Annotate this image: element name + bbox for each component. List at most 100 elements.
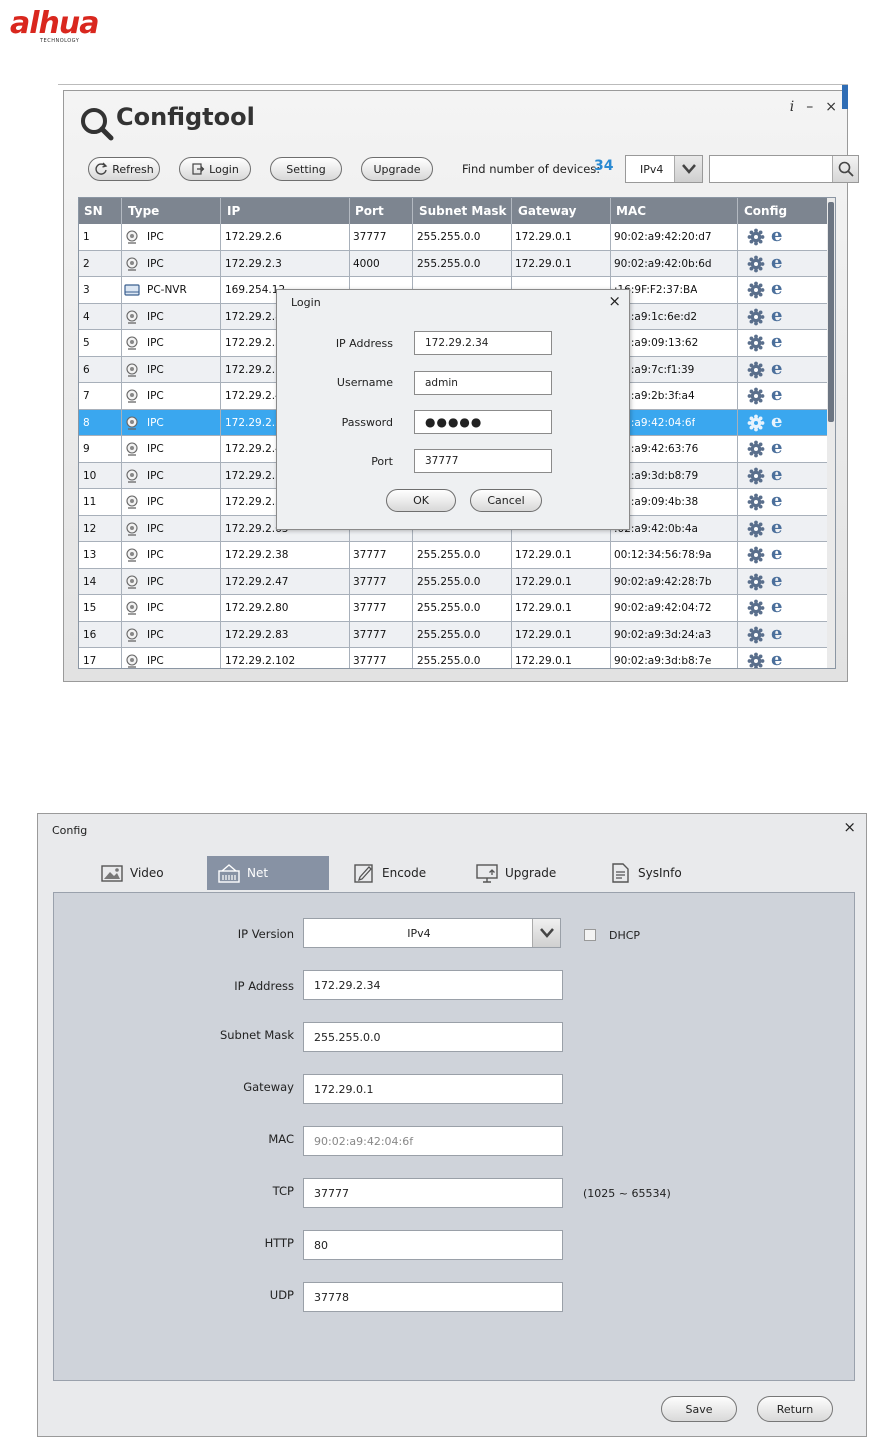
ip-address-field[interactable]: 172.29.2.34 — [303, 970, 563, 1000]
col-gateway[interactable]: Gateway — [518, 204, 576, 218]
camera-icon — [126, 336, 138, 350]
config-close-icon[interactable]: × — [843, 818, 856, 836]
search-input[interactable] — [712, 158, 830, 180]
col-mac[interactable]: MAC — [616, 204, 646, 218]
info-icon[interactable]: i — [790, 99, 794, 115]
cell-divider — [511, 648, 512, 668]
web-browser-icon[interactable]: e — [771, 492, 782, 510]
web-browser-icon[interactable]: e — [771, 227, 782, 245]
cell-divider — [121, 648, 122, 668]
login-close-icon[interactable]: × — [608, 292, 621, 310]
col-port[interactable]: Port — [355, 204, 384, 218]
ip-cell: 172.29.2.80 — [225, 602, 289, 614]
gear-icon[interactable] — [747, 493, 765, 511]
camera-icon — [126, 415, 138, 430]
cell-divider — [737, 409, 738, 435]
setting-button[interactable]: Setting — [270, 157, 342, 181]
table-row[interactable]: 15 IPC 172.29.2.80 37777 255.255.0.0 172.29.0… — [79, 595, 829, 622]
gear-icon[interactable] — [747, 440, 765, 458]
tab-upgrade[interactable]: Upgrade — [465, 856, 585, 890]
web-browser-icon[interactable]: e — [771, 465, 782, 484]
ip-version-select[interactable]: IPv4 — [303, 918, 561, 948]
web-browser-icon[interactable]: e — [771, 545, 782, 563]
web-browser-icon[interactable]: e — [771, 412, 782, 431]
web-browser-icon[interactable]: e — [771, 333, 782, 351]
return-button[interactable]: Return — [757, 1396, 833, 1422]
table-row[interactable]: 13 IPC 172.29.2.38 37777 255.255.0.0 172.29.0… — [79, 542, 829, 569]
gear-icon[interactable] — [747, 573, 765, 591]
web-browser-icon[interactable]: e — [771, 571, 782, 590]
gear-icon[interactable] — [747, 387, 765, 405]
tab-net[interactable]: Net — [207, 856, 329, 890]
table-row[interactable]: 17 IPC 172.29.2.102 37777 255.255.0.0 172.29.… — [79, 648, 829, 669]
scrollbar-thumb[interactable] — [828, 202, 834, 422]
gear-icon[interactable] — [747, 414, 765, 432]
col-type[interactable]: Type — [128, 204, 159, 218]
ip-version-dropdown[interactable]: IPv4 — [625, 155, 703, 183]
logo-mark: alhua — [10, 6, 99, 41]
chevron-down-icon[interactable] — [674, 156, 702, 182]
tcp-field[interactable]: 37777 — [303, 1178, 563, 1208]
subnet-mask-field[interactable]: 255.255.0.0 — [303, 1022, 563, 1052]
col-subnet-mask[interactable]: Subnet Mask — [419, 204, 507, 218]
search-icon[interactable] — [832, 156, 858, 182]
udp-field[interactable]: 37778 — [303, 1282, 563, 1312]
refresh-button[interactable]: Refresh — [88, 157, 160, 181]
login-button[interactable]: Login — [179, 157, 251, 181]
cell-divider — [220, 277, 221, 303]
col-ip[interactable]: IP — [227, 204, 240, 218]
camera-icon — [126, 362, 138, 377]
web-browser-icon[interactable]: e — [771, 651, 782, 669]
web-browser-icon[interactable]: e — [771, 624, 782, 643]
table-row[interactable]: 14 IPC 172.29.2.47 37777 255.255.0.0 172.29.0… — [79, 568, 829, 595]
web-browser-icon[interactable]: e — [771, 253, 782, 272]
gear-icon[interactable] — [747, 626, 765, 644]
tab-sysinfo[interactable]: SysInfo — [598, 856, 708, 890]
cancel-button[interactable]: Cancel — [470, 489, 542, 512]
web-browser-icon[interactable]: e — [771, 386, 782, 404]
gear-icon[interactable] — [747, 228, 765, 246]
ip-address-input[interactable]: 172.29.2.34 — [414, 331, 552, 355]
gear-icon[interactable] — [747, 599, 765, 617]
upgrade-button[interactable]: Upgrade — [361, 157, 433, 181]
gear-icon[interactable] — [747, 546, 765, 564]
gear-icon[interactable] — [747, 281, 765, 299]
minimize-button[interactable]: – — [806, 99, 813, 115]
gear-icon[interactable] — [747, 652, 765, 669]
sn-cell: 4 — [83, 310, 90, 323]
table-row[interactable]: 1 IPC 172.29.2.6 37777 255.255.0.0 172.29.0.1… — [79, 224, 829, 251]
col-sn[interactable]: SN — [84, 204, 103, 218]
gear-icon[interactable] — [747, 334, 765, 352]
web-browser-icon[interactable]: e — [771, 306, 782, 325]
web-browser-icon[interactable]: e — [771, 518, 782, 537]
gateway-field[interactable]: 172.29.0.1 — [303, 1074, 563, 1104]
camera-icon — [126, 521, 138, 536]
port-input[interactable]: 37777 — [414, 449, 552, 473]
col-config[interactable]: Config — [744, 204, 787, 218]
web-browser-icon[interactable]: e — [771, 598, 782, 616]
http-field[interactable]: 80 — [303, 1230, 563, 1260]
chevron-down-icon[interactable] — [532, 919, 560, 947]
gear-icon[interactable] — [747, 255, 765, 273]
table-row[interactable]: 16 IPC 172.29.2.83 37777 255.255.0.0 172.29.0… — [79, 621, 829, 648]
table-scrollbar[interactable] — [827, 198, 835, 668]
web-browser-icon[interactable]: e — [771, 439, 782, 457]
cell-divider — [412, 224, 413, 250]
gear-icon[interactable] — [747, 467, 765, 485]
tab-encode[interactable]: Encode — [342, 856, 452, 890]
web-browser-icon[interactable]: e — [771, 280, 782, 298]
tab-video[interactable]: Video — [90, 856, 205, 890]
ok-button[interactable]: OK — [386, 489, 456, 512]
username-input[interactable]: admin — [414, 371, 552, 395]
cell-divider — [610, 224, 611, 250]
web-browser-icon[interactable]: e — [771, 359, 782, 378]
gear-icon[interactable] — [747, 361, 765, 379]
table-row[interactable]: 2 IPC 172.29.2.3 4000 255.255.0.0 172.29.0.1 9… — [79, 250, 829, 277]
password-input[interactable]: ●●●●● — [414, 410, 552, 434]
password-label: Password — [341, 416, 393, 429]
gear-icon[interactable] — [747, 308, 765, 326]
dhcp-checkbox[interactable] — [584, 929, 596, 941]
close-button[interactable]: × — [825, 99, 837, 115]
save-button[interactable]: Save — [661, 1396, 737, 1422]
gear-icon[interactable] — [747, 520, 765, 538]
